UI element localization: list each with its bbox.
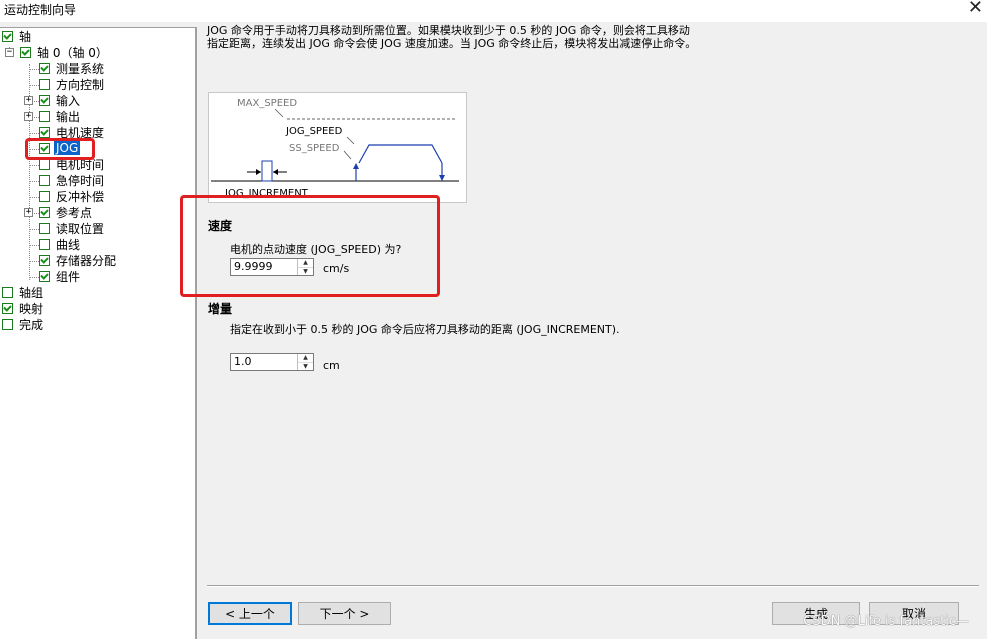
tree-item-axis-0[interactable]: 轴 0（轴 0） xyxy=(20,44,110,60)
jog-increment-value[interactable]: 1.0 xyxy=(231,354,297,370)
checked-icon xyxy=(39,62,50,74)
checked-icon xyxy=(2,30,13,42)
checked-icon xyxy=(2,302,13,314)
tree-item-reference-point[interactable]: 参考点 xyxy=(39,204,94,220)
unchecked-icon xyxy=(2,286,13,298)
expand-icon[interactable]: + xyxy=(24,112,33,121)
spin-down-icon[interactable]: ▼ xyxy=(298,363,313,371)
watermark: CSDN @Life is fantastic— xyxy=(803,614,969,629)
tree-highlight-box xyxy=(25,138,95,160)
tree-item-direction-control[interactable]: 方向控制 xyxy=(39,76,106,92)
jog-description: JOG 命令用于手动将刀具移动到所需位置。如果模块收到少于 0.5 秒的 JOG… xyxy=(207,24,697,50)
ss-speed-label: SS_SPEED xyxy=(289,143,340,154)
speed-highlight-box xyxy=(180,195,440,297)
checked-icon xyxy=(39,94,50,106)
unchecked-icon xyxy=(39,110,50,122)
close-icon[interactable]: ✕ xyxy=(968,0,983,18)
tree-item-profile[interactable]: 曲线 xyxy=(39,236,82,252)
window-title: 运动控制向导 xyxy=(4,3,77,17)
expand-icon[interactable]: + xyxy=(24,96,33,105)
title-bar: 运动控制向导 ✕ xyxy=(0,0,987,22)
tree-item-measurement-system[interactable]: 测量系统 xyxy=(39,60,106,76)
tree-item-outputs[interactable]: 输出 xyxy=(39,108,82,124)
jog-speed-label: JOG_SPEED xyxy=(285,126,343,137)
tree-item-axis[interactable]: 轴 xyxy=(2,28,33,44)
main-panel: JOG 命令用于手动将刀具移动到所需位置。如果模块收到少于 0.5 秒的 JOG… xyxy=(180,22,987,639)
jog-increment-unit: cm xyxy=(323,359,340,372)
tree-item-read-position[interactable]: 读取位置 xyxy=(39,220,106,236)
unchecked-icon xyxy=(39,238,50,250)
unchecked-icon xyxy=(39,78,50,90)
footer-divider xyxy=(207,585,979,587)
spin-up-icon[interactable]: ▲ xyxy=(298,354,313,363)
tree-item-components[interactable]: 组件 xyxy=(39,268,82,284)
checked-icon xyxy=(39,126,50,138)
jog-increment-label-text: 指定在收到小于 0.5 秒的 JOG 命令后应将刀具移动的距离 (JOG_INC… xyxy=(230,323,620,336)
next-button[interactable]: 下一个 > xyxy=(298,602,391,625)
tree-item-memory-allocation[interactable]: 存储器分配 xyxy=(39,252,118,268)
checked-icon xyxy=(39,254,50,266)
jog-speed-diagram: MAX_SPEED JOG_SPEED SS_SPEED JOG_INCREME… xyxy=(211,98,459,199)
prev-button[interactable]: < 上一个 xyxy=(208,602,292,625)
unchecked-icon xyxy=(39,174,50,186)
navigation-tree: 轴 − 轴 0（轴 0） 测量系统 方向控制 + 输入 + 输出 电机速度 JO… xyxy=(0,27,197,639)
jog-diagram: MAX_SPEED JOG_SPEED SS_SPEED JOG_INCREME… xyxy=(208,92,467,203)
tree-item-stop-time[interactable]: 急停时间 xyxy=(39,172,106,188)
unchecked-icon xyxy=(39,158,50,170)
expand-icon[interactable]: + xyxy=(24,208,33,217)
unchecked-icon xyxy=(39,190,50,202)
checked-icon xyxy=(20,46,31,58)
collapse-icon[interactable]: − xyxy=(5,48,14,57)
tree-item-axis-group[interactable]: 轴组 xyxy=(2,284,45,300)
jog-increment-spinner[interactable]: 1.0 ▲ ▼ xyxy=(230,353,314,371)
checked-icon xyxy=(39,206,50,218)
increment-section-title: 增量 xyxy=(208,302,233,316)
tree-item-inputs[interactable]: 输入 xyxy=(39,92,82,108)
checked-icon xyxy=(39,270,50,282)
tree-item-mapping[interactable]: 映射 xyxy=(2,300,45,316)
max-speed-label: MAX_SPEED xyxy=(237,98,297,109)
unchecked-icon xyxy=(39,222,50,234)
tree-item-backlash[interactable]: 反冲补偿 xyxy=(39,188,106,204)
tree-item-complete[interactable]: 完成 xyxy=(2,316,45,332)
unchecked-icon xyxy=(2,318,13,330)
